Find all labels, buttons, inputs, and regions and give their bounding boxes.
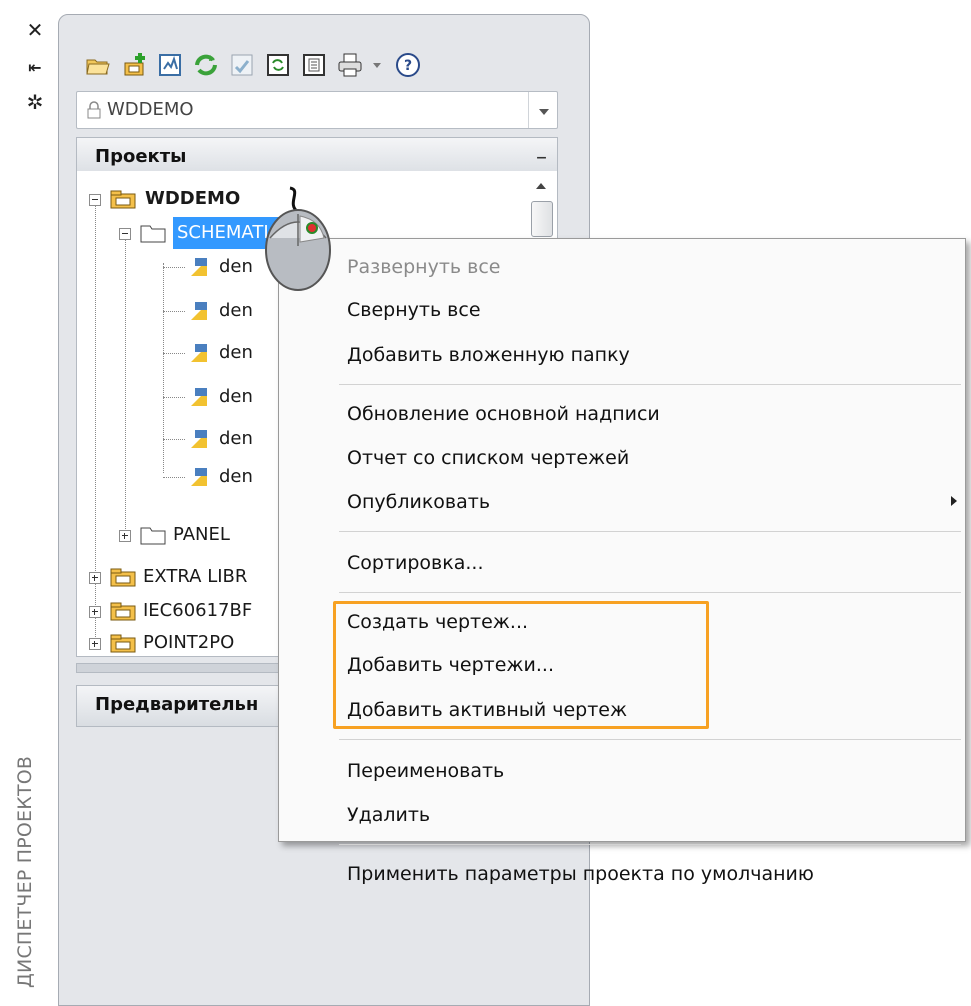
menu-separator <box>339 844 961 845</box>
palette-vertical-title: ДИСПЕТЧЕР ПРОЕКТОВ <box>14 755 36 988</box>
menu-separator <box>339 384 961 385</box>
tree-item-label: den <box>219 386 253 407</box>
tree-item-label: IEC60617BF <box>143 600 253 621</box>
palette-title-strip: ✕ ⇤ ✲ ДИСПЕТЧЕР ПРОЕКТОВ <box>0 0 58 992</box>
drawing-icon <box>191 468 207 486</box>
tree-item-label: EXTRA LIBR <box>143 566 248 587</box>
tree-item-label: WDDEMO <box>145 188 241 209</box>
tree-item-label: den <box>219 256 253 277</box>
chevron-down-icon[interactable] <box>528 92 557 128</box>
folder-icon <box>140 527 166 545</box>
menu-item-drawing-list-report[interactable]: Отчет со списком чертежей <box>347 445 629 471</box>
project-icon <box>110 190 136 209</box>
menu-item-sort[interactable]: Сортировка... <box>347 550 484 576</box>
submenu-arrow-icon <box>951 496 957 506</box>
collapse-icon[interactable] <box>119 228 131 240</box>
menu-item-collapse-all[interactable]: Свернуть все <box>347 297 481 323</box>
context-menu: Развернуть все Свернуть все Добавить вло… <box>278 238 966 885</box>
preview-section-title: Предварительн <box>95 694 259 715</box>
menu-separator <box>339 531 961 532</box>
expand-icon[interactable] <box>89 572 101 584</box>
menu-item-delete[interactable]: Удалить <box>347 802 430 828</box>
scroll-up-icon[interactable] <box>536 183 546 189</box>
tree-item-label: POINT2PO <box>143 632 235 653</box>
project-settings-icon[interactable] <box>300 51 328 79</box>
svg-text:?: ? <box>404 58 412 74</box>
project-icon <box>110 602 136 621</box>
tree-item-label: den <box>219 428 253 449</box>
tree-item-label: den <box>219 342 253 363</box>
menu-separator <box>339 592 961 593</box>
new-project-icon[interactable] <box>122 51 150 79</box>
folder-icon <box>140 225 166 243</box>
tree-item-label: den <box>219 300 253 321</box>
auto-hide-icon[interactable]: ⇤ <box>24 56 46 80</box>
open-project-icon[interactable] <box>84 51 112 79</box>
plot-icon[interactable] <box>336 51 364 79</box>
expand-icon[interactable] <box>89 606 101 618</box>
drawing-icon <box>191 302 207 320</box>
project-icon <box>110 568 136 587</box>
menu-item-expand-all[interactable]: Развернуть все <box>347 254 500 280</box>
menu-item-rename[interactable]: Переименовать <box>347 758 504 784</box>
plot-dropdown-icon[interactable] <box>372 61 382 69</box>
expand-icon[interactable] <box>89 638 101 650</box>
close-icon[interactable]: ✕ <box>24 18 46 42</box>
project-toolbar: ? <box>84 51 544 81</box>
help-icon[interactable]: ? <box>394 51 422 79</box>
project-selector-value: WDDEMO <box>107 99 194 120</box>
highlight-frame <box>333 601 709 729</box>
project-selector[interactable]: WDDEMO <box>76 91 558 129</box>
menu-item-apply-project-defaults[interactable]: Применить параметры проекта по умолчанию <box>347 861 814 887</box>
drawing-icon <box>191 430 207 448</box>
lock-icon <box>87 101 101 119</box>
menu-item-title-block-update[interactable]: Обновление основной надписи <box>347 401 660 427</box>
collapse-icon[interactable] <box>89 194 101 206</box>
tree-item-label: den <box>219 466 253 487</box>
mouse-icon <box>265 186 331 291</box>
new-drawing-icon[interactable] <box>156 51 184 79</box>
drawing-icon <box>191 344 207 362</box>
refresh-icon[interactable] <box>192 51 220 79</box>
drawing-icon <box>191 388 207 406</box>
collapse-icon[interactable]: – <box>536 147 547 169</box>
tree-item-label: PANEL <box>173 524 230 545</box>
project-icon <box>110 634 136 653</box>
projects-section-title: Проекты <box>95 146 187 167</box>
menu-item-add-subfolder[interactable]: Добавить вложенную папку <box>347 342 630 368</box>
properties-icon[interactable]: ✲ <box>24 90 46 114</box>
menu-separator <box>339 739 961 740</box>
menu-item-publish[interactable]: Опубликовать <box>347 489 490 515</box>
drawing-icon <box>191 258 207 276</box>
project-task-list-icon[interactable] <box>228 51 256 79</box>
expand-icon[interactable] <box>119 530 131 542</box>
descriptions-icon[interactable] <box>264 51 292 79</box>
scroll-thumb[interactable] <box>531 201 553 237</box>
